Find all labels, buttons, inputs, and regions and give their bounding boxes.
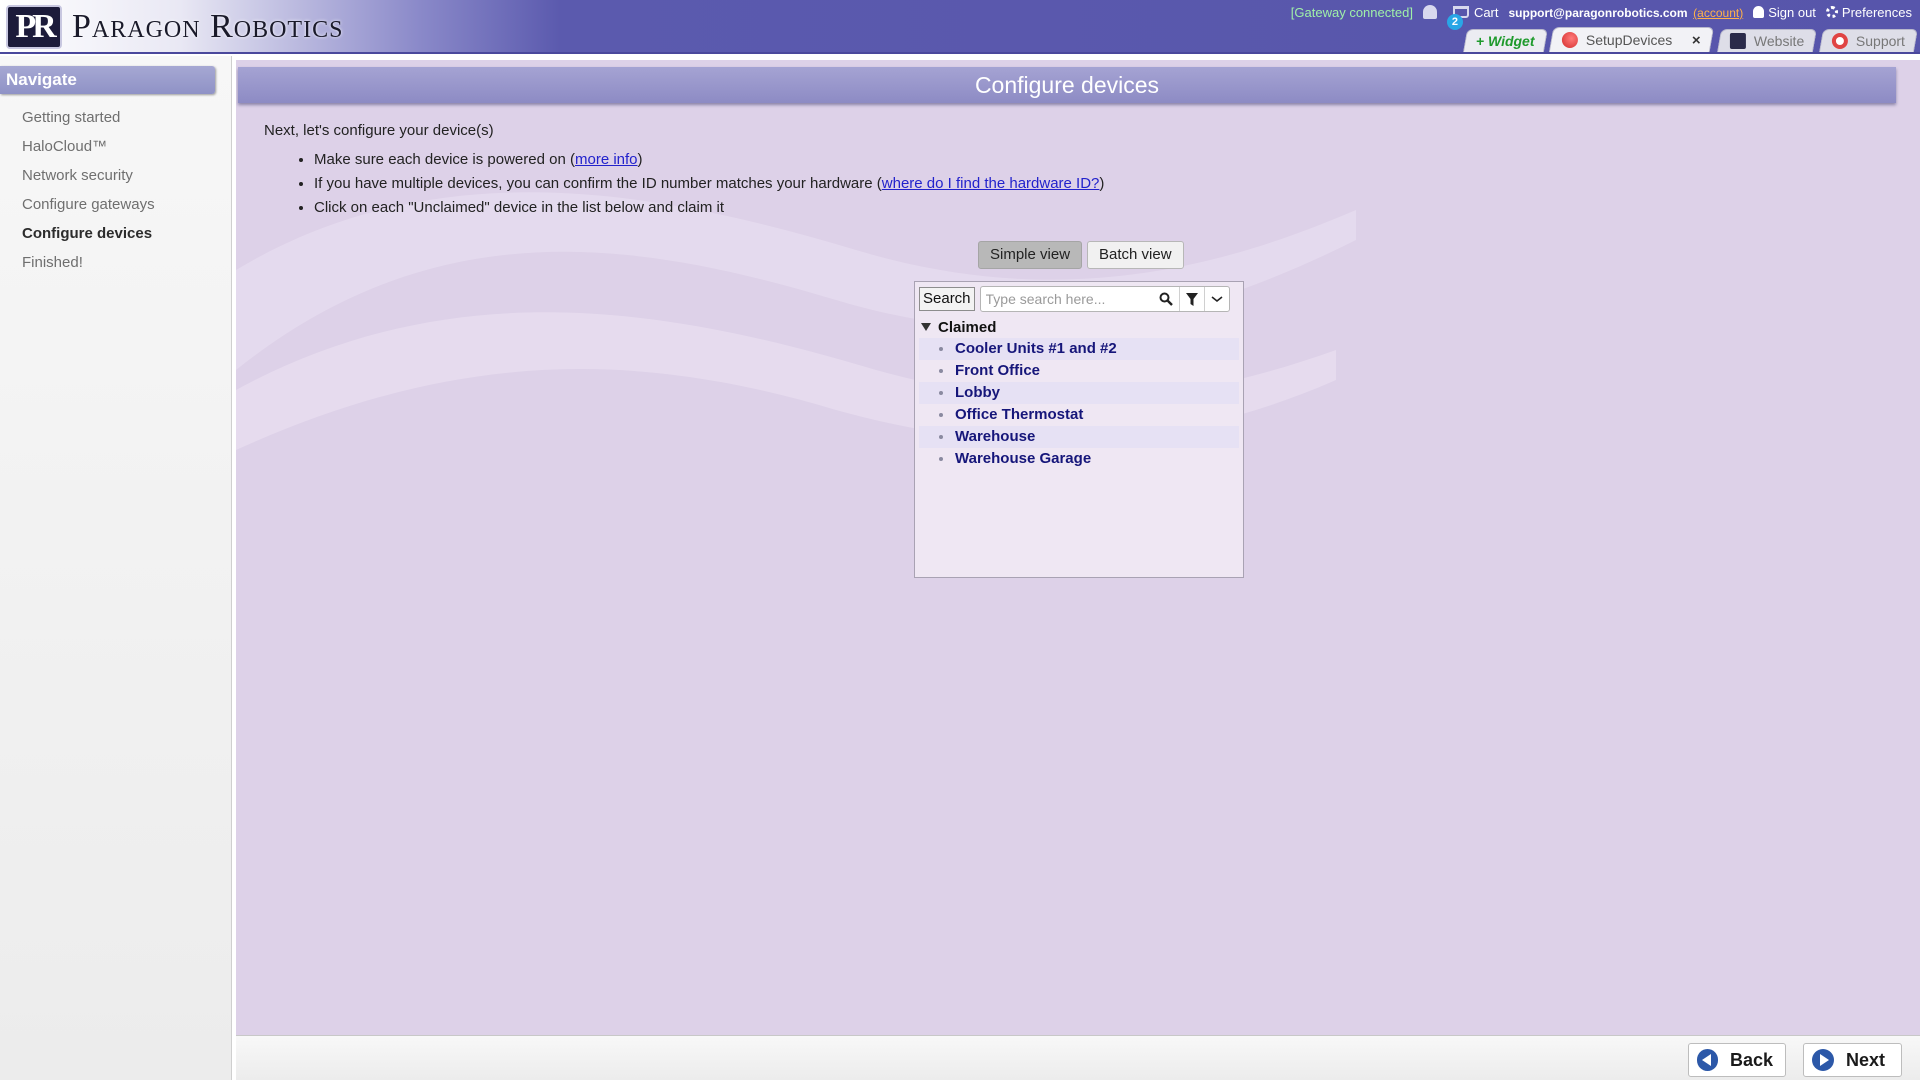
gateway-status: [Gateway connected] bbox=[1290, 4, 1413, 20]
search-box bbox=[979, 286, 1230, 312]
more-info-link[interactable]: more info bbox=[575, 151, 638, 168]
search-input[interactable] bbox=[985, 288, 1154, 310]
header-toolbar: [Gateway connected] 2 Cart support@parag… bbox=[1281, 3, 1912, 30]
sidebar-header: Navigate bbox=[0, 66, 215, 94]
device-name: Front Office bbox=[955, 362, 1040, 379]
device-list: Cooler Units #1 and #2 Front Office Lobb… bbox=[919, 338, 1239, 470]
list-item[interactable]: Warehouse bbox=[919, 426, 1239, 448]
preferences-button[interactable]: Preferences bbox=[1825, 4, 1912, 20]
tab-label: Support bbox=[1855, 33, 1905, 49]
device-name: Lobby bbox=[955, 384, 1000, 401]
intro-text: Next, let's configure your device(s) bbox=[264, 122, 494, 139]
tab-bar: + Widget SetupDevices × Website Support bbox=[1459, 27, 1919, 52]
brand-name: Paragon Robotics bbox=[72, 8, 344, 45]
bullet-icon bbox=[939, 347, 943, 351]
cart-button[interactable]: 2 Cart bbox=[1446, 4, 1499, 30]
instruction-text-end: ) bbox=[1099, 175, 1105, 192]
sidebar-item-getting-started[interactable]: Getting started bbox=[0, 103, 231, 132]
hardware-id-link[interactable]: where do I find the hardware ID? bbox=[882, 175, 1100, 192]
next-button[interactable]: Next bbox=[1803, 1043, 1902, 1077]
arrow-left-icon bbox=[1697, 1049, 1718, 1071]
list-item[interactable]: Lobby bbox=[919, 382, 1239, 404]
instruction-item: If you have multiple devices, you can co… bbox=[314, 174, 1104, 198]
wizard-footer: Back Next bbox=[236, 1035, 1920, 1080]
device-panel: Search Claimed Cooler Units #1 an bbox=[914, 281, 1244, 578]
bullet-icon bbox=[939, 457, 943, 461]
instruction-text: If you have multiple devices, you can co… bbox=[314, 175, 882, 192]
caret-down-icon[interactable] bbox=[921, 323, 931, 331]
arrow-right-icon bbox=[1812, 1049, 1834, 1071]
group-claimed[interactable]: Claimed bbox=[919, 316, 1239, 338]
instruction-item: Make sure each device is powered on (mor… bbox=[314, 150, 1104, 174]
device-name: Warehouse Garage bbox=[955, 450, 1092, 467]
setup-icon bbox=[1562, 32, 1579, 48]
account-link[interactable]: (account) bbox=[1693, 6, 1743, 20]
tab-support[interactable]: Support bbox=[1818, 29, 1919, 52]
bullet-icon bbox=[939, 435, 943, 439]
sidebar-item-configure-devices[interactable]: Configure devices bbox=[0, 219, 231, 248]
sidebar-nav: Getting started HaloCloud™ Network secur… bbox=[0, 103, 231, 277]
app-header: PR Paragon Robotics [Gateway connected] … bbox=[0, 0, 1920, 54]
logo-mark-icon: PR bbox=[6, 5, 62, 49]
tab-label: SetupDevices bbox=[1586, 32, 1673, 48]
view-toggle: Simple view Batch view bbox=[978, 241, 1189, 269]
tab-add-widget[interactable]: + Widget bbox=[1462, 29, 1548, 52]
device-name: Cooler Units #1 and #2 bbox=[955, 340, 1117, 357]
sign-out-label: Sign out bbox=[1768, 4, 1816, 20]
instruction-list: Make sure each device is powered on (mor… bbox=[314, 150, 1104, 222]
device-tree: Claimed Cooler Units #1 and #2 Front Off… bbox=[919, 316, 1239, 470]
website-icon bbox=[1729, 33, 1746, 49]
search-bar: Search bbox=[919, 286, 1230, 312]
list-item[interactable]: Cooler Units #1 and #2 bbox=[919, 338, 1239, 360]
instruction-text-end: ) bbox=[637, 151, 643, 168]
tab-label: + Widget bbox=[1475, 33, 1535, 49]
account-email: support@paragonrobotics.com bbox=[1508, 5, 1688, 20]
batch-view-button[interactable]: Batch view bbox=[1087, 241, 1184, 269]
lifebuoy-icon bbox=[1831, 33, 1848, 49]
list-item[interactable]: Warehouse Garage bbox=[919, 448, 1239, 470]
back-label: Back bbox=[1729, 1049, 1773, 1070]
sign-out-button[interactable]: Sign out bbox=[1753, 5, 1816, 20]
sidebar-item-network-security[interactable]: Network security bbox=[0, 161, 231, 190]
logo[interactable]: PR Paragon Robotics bbox=[6, 5, 343, 49]
chevron-down-icon[interactable] bbox=[1203, 287, 1229, 311]
search-button[interactable]: Search bbox=[919, 287, 975, 311]
device-name: Office Thermostat bbox=[955, 406, 1084, 423]
tab-setupdevices[interactable]: SetupDevices × bbox=[1549, 27, 1715, 52]
tab-label: Website bbox=[1753, 33, 1804, 49]
filter-icon[interactable] bbox=[1178, 287, 1204, 311]
bullet-icon bbox=[939, 369, 943, 373]
bullet-icon bbox=[939, 413, 943, 417]
user-icon bbox=[1753, 5, 1765, 18]
instruction-text: Make sure each device is powered on ( bbox=[314, 151, 575, 168]
group-label: Claimed bbox=[938, 318, 997, 336]
bullet-icon bbox=[939, 391, 943, 395]
sidebar-item-configure-gateways[interactable]: Configure gateways bbox=[0, 190, 231, 219]
list-item[interactable]: Front Office bbox=[919, 360, 1239, 382]
sidebar-item-halocloud[interactable]: HaloCloud™ bbox=[0, 132, 231, 161]
gear-icon bbox=[1825, 5, 1838, 18]
main-content: Configure devices Next, let's configure … bbox=[236, 60, 1920, 1035]
back-button[interactable]: Back bbox=[1688, 1043, 1786, 1077]
sidebar-item-finished[interactable]: Finished! bbox=[0, 248, 231, 277]
list-item[interactable]: Office Thermostat bbox=[919, 404, 1239, 426]
instruction-item: Click on each "Unclaimed" device in the … bbox=[314, 198, 1104, 222]
page-title: Configure devices bbox=[238, 67, 1896, 103]
close-icon[interactable]: × bbox=[1693, 32, 1702, 49]
bell-icon[interactable] bbox=[1422, 5, 1437, 19]
device-name: Warehouse bbox=[955, 428, 1036, 445]
next-label: Next bbox=[1846, 1049, 1886, 1070]
cart-label: Cart bbox=[1473, 4, 1499, 20]
instruction-text: Click on each "Unclaimed" device in the … bbox=[314, 199, 725, 216]
preferences-label: Preferences bbox=[1841, 4, 1912, 20]
sidebar: Navigate Getting started HaloCloud™ Netw… bbox=[0, 56, 232, 1080]
tab-website[interactable]: Website bbox=[1716, 29, 1817, 52]
search-icon[interactable] bbox=[1154, 287, 1179, 311]
simple-view-button[interactable]: Simple view bbox=[978, 241, 1083, 269]
